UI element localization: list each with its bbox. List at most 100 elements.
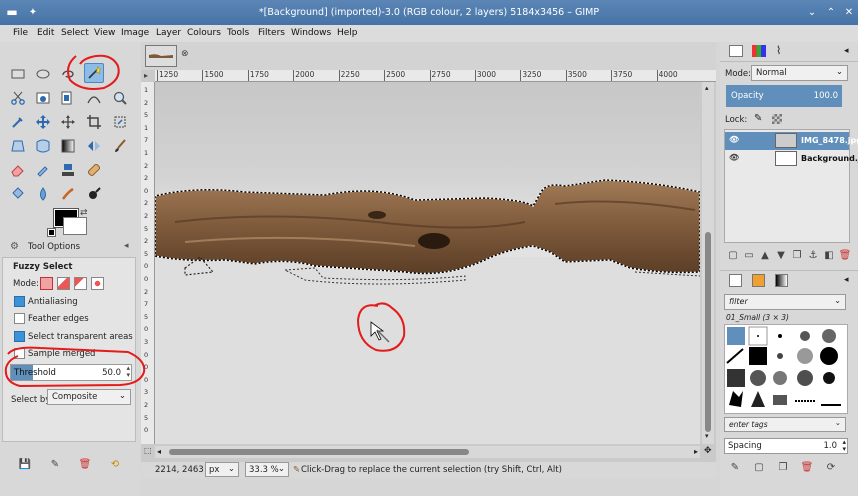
configure-dock-icon[interactable]: ◂: [844, 46, 849, 56]
menu-image[interactable]: Image: [121, 28, 149, 38]
brush-filter-dropdown[interactable]: filter ⌄: [724, 294, 846, 310]
menu-view[interactable]: View: [94, 28, 115, 38]
layers-tab-icon[interactable]: [729, 45, 743, 57]
gradients-tab-icon[interactable]: [775, 274, 788, 287]
airbrush-tool[interactable]: [33, 160, 53, 180]
menu-edit[interactable]: Edit: [37, 28, 54, 38]
sample-merged-checkbox[interactable]: [14, 348, 25, 359]
fuzzy-select-tool[interactable]: [84, 63, 104, 83]
mode-add-icon[interactable]: [57, 277, 70, 290]
background-color-swatch[interactable]: [63, 217, 87, 235]
threshold-spin-icon[interactable]: ▴ ▾: [126, 365, 130, 379]
image-tab-thumbnail[interactable]: [145, 45, 177, 67]
maximize-icon[interactable]: ⌃: [824, 6, 838, 19]
paths-tool[interactable]: [84, 88, 104, 108]
quick-mask-menu-icon[interactable]: ▸: [144, 71, 148, 80]
menu-layer[interactable]: Layer: [156, 28, 181, 38]
layer-row[interactable]: 👁 Background.jp: [725, 150, 858, 168]
horizontal-scroll-thumb[interactable]: [169, 449, 469, 455]
warp-transform-tool[interactable]: [33, 136, 53, 156]
delete-layer-icon[interactable]: 🗑: [838, 248, 852, 262]
layer-mode-dropdown[interactable]: Normal ⌄: [751, 65, 848, 81]
lock-alpha-icon[interactable]: [772, 114, 782, 124]
layer-row[interactable]: 👁 IMG_8478.jpg: [725, 132, 858, 150]
close-image-tab-icon[interactable]: ⊗: [181, 49, 189, 59]
flip-tool[interactable]: [84, 136, 104, 156]
smudge-tool[interactable]: [58, 184, 78, 204]
lower-layer-icon[interactable]: ▼: [774, 248, 788, 262]
menu-filters[interactable]: Filters: [258, 28, 285, 38]
default-colors-icon[interactable]: [47, 228, 56, 237]
tool-options-tab-label[interactable]: Tool Options: [28, 242, 80, 252]
refresh-brushes-icon[interactable]: ⟳: [824, 460, 838, 474]
quick-mask-toggle-icon[interactable]: ⬚: [144, 446, 152, 455]
raise-layer-icon[interactable]: ▲: [758, 248, 772, 262]
paths-tab-icon[interactable]: ⌇: [776, 44, 781, 57]
vertical-scrollbar[interactable]: ▴ ▾: [702, 82, 714, 444]
text-tool-box[interactable]: [58, 136, 78, 156]
heal-tool[interactable]: [84, 160, 104, 180]
patterns-tab-icon[interactable]: [752, 274, 765, 287]
threshold-slider[interactable]: Threshold 50.0 ▴ ▾: [10, 364, 132, 381]
new-layer-group-icon[interactable]: ▭: [742, 248, 756, 262]
vertical-scroll-thumb[interactable]: [705, 232, 711, 432]
ellipse-select-tool[interactable]: [33, 64, 53, 84]
new-brush-icon[interactable]: ▢: [752, 460, 766, 474]
reset-options-icon[interactable]: ⟲: [108, 457, 122, 471]
move-tool[interactable]: [33, 112, 53, 132]
channels-tab-icon[interactable]: [752, 45, 766, 57]
delete-brush-icon[interactable]: 🗑: [800, 460, 814, 474]
tool-options-tab-icon[interactable]: ⚙: [10, 241, 19, 252]
bucket-fill-tool[interactable]: [8, 184, 28, 204]
visibility-eye-icon[interactable]: 👁: [729, 153, 739, 162]
edit-brush-icon[interactable]: ✎: [728, 460, 742, 474]
free-select-tool[interactable]: [58, 64, 78, 84]
brush-spacing-slider[interactable]: Spacing 1.0 ▴ ▾: [724, 438, 848, 454]
paintbrush-tool[interactable]: [110, 136, 130, 156]
unified-transform-tool[interactable]: [110, 112, 130, 132]
duplicate-brush-icon[interactable]: ❐: [776, 460, 790, 474]
select-by-dropdown[interactable]: Composite ⌄: [47, 389, 131, 405]
menu-file[interactable]: File: [13, 28, 28, 38]
feather-edges-checkbox[interactable]: [14, 313, 25, 324]
brush-grid[interactable]: [724, 324, 848, 414]
scissors-select-tool[interactable]: [8, 88, 28, 108]
delete-options-icon[interactable]: 🗑: [78, 457, 92, 471]
new-layer-icon[interactable]: ▢: [726, 248, 740, 262]
scroll-left-icon[interactable]: ◂: [157, 447, 161, 456]
menu-tools[interactable]: Tools: [227, 28, 249, 38]
clone-tool[interactable]: [58, 160, 78, 180]
scroll-down-icon[interactable]: ▾: [705, 432, 709, 440]
mode-replace-icon[interactable]: [40, 277, 53, 290]
scroll-up-icon[interactable]: ▴: [705, 84, 709, 92]
unit-dropdown[interactable]: px ⌄: [205, 462, 239, 477]
lock-pixels-icon[interactable]: ✎: [754, 113, 762, 124]
mask-icon[interactable]: ◧: [822, 248, 836, 262]
opacity-slider[interactable]: Opacity 100.0: [726, 85, 842, 107]
antialiasing-checkbox[interactable]: [14, 296, 25, 307]
horizontal-scrollbar[interactable]: ◂ ▸: [155, 446, 700, 458]
close-icon[interactable]: ✕: [842, 6, 856, 19]
zoom-tool[interactable]: [110, 88, 130, 108]
configure-tab-icon[interactable]: ◂: [124, 241, 129, 251]
swap-colors-icon[interactable]: ⇄: [80, 208, 88, 218]
minimize-icon[interactable]: ⌄: [805, 6, 819, 19]
color-picker-tool[interactable]: [8, 112, 28, 132]
blur-tool[interactable]: [33, 184, 53, 204]
select-by-color-tool[interactable]: [58, 88, 78, 108]
visibility-eye-icon[interactable]: 👁: [729, 135, 739, 144]
configure-brush-tab-icon[interactable]: ◂: [844, 275, 849, 285]
select-transparent-checkbox[interactable]: [14, 331, 25, 342]
anchor-layer-icon[interactable]: ⚓: [806, 248, 820, 262]
mode-intersect-icon[interactable]: [91, 277, 104, 290]
brush-tags-input[interactable]: enter tags ⌄: [724, 417, 846, 432]
eraser-tool[interactable]: [8, 160, 28, 180]
spacing-spin-icon[interactable]: ▴ ▾: [842, 439, 846, 453]
zoom-dropdown[interactable]: 33.3 % ⌄: [245, 462, 289, 477]
restore-options-icon[interactable]: ✎: [48, 457, 62, 471]
brushes-tab-icon[interactable]: [729, 274, 742, 287]
mode-subtract-icon[interactable]: [74, 277, 87, 290]
perspective-tool[interactable]: [8, 136, 28, 156]
crop-tool[interactable]: [84, 112, 104, 132]
menu-help[interactable]: Help: [337, 28, 358, 38]
